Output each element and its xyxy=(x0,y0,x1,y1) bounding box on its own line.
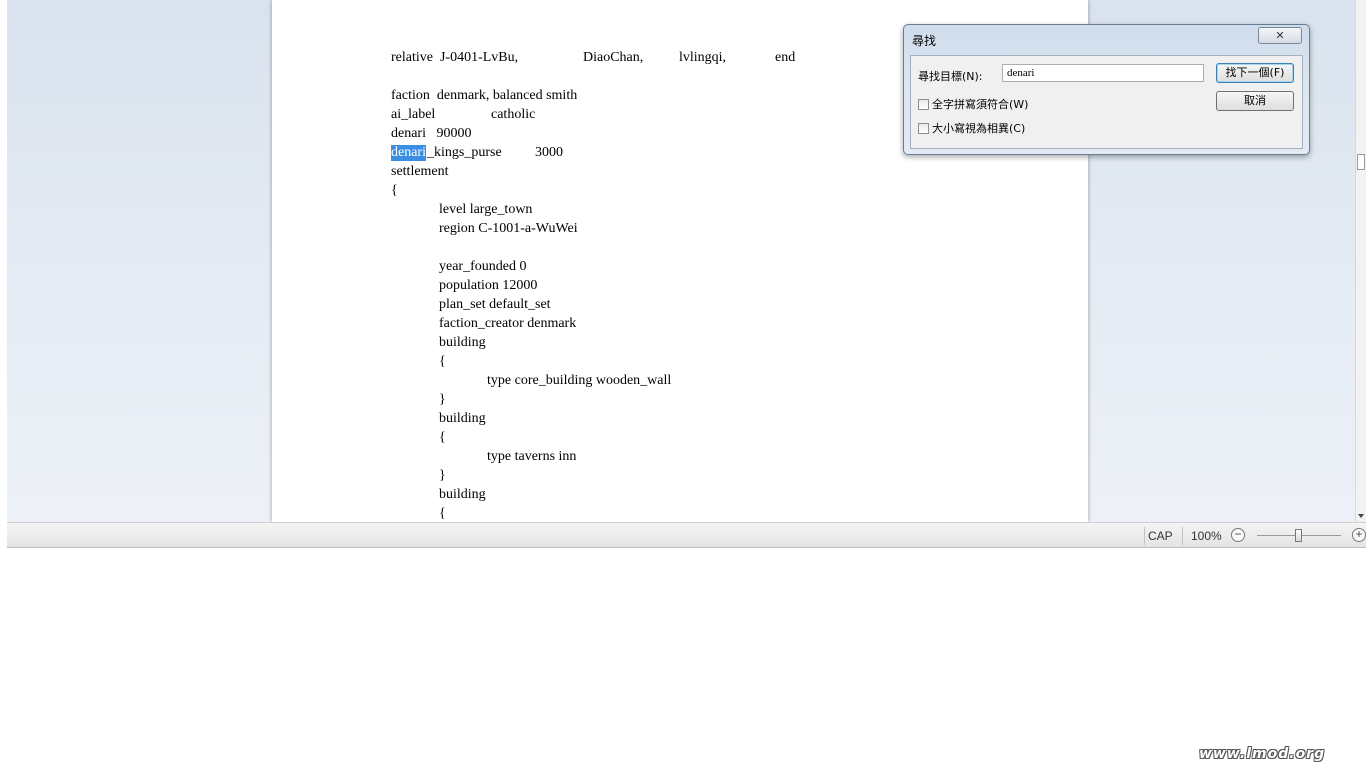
text-line: year_founded 0 xyxy=(439,259,527,274)
text-line: ai_label xyxy=(391,107,436,122)
text-line: { xyxy=(439,506,446,521)
text-line: faction denmark, balanced smith xyxy=(391,88,578,103)
find-input[interactable]: denari xyxy=(1002,64,1204,82)
text-line: type core_building wooden_wall xyxy=(487,373,672,388)
text-line: { xyxy=(439,430,446,445)
text-line: relative J-0401-LvBu, xyxy=(391,50,519,65)
watermark-text: www.lmod.org xyxy=(1199,746,1326,762)
find-dialog: 尋找 ✕ 尋找目標(N): denari 找下一個(F) 取消 全字拼寫須符合(… xyxy=(903,24,1310,155)
text-line: end xyxy=(775,50,796,65)
match-case-option[interactable]: 大小寫視為相異(C) xyxy=(918,120,1025,136)
text-line: } xyxy=(439,468,446,483)
zoom-level[interactable]: 100% xyxy=(1191,529,1222,543)
search-highlight: denari xyxy=(391,145,426,161)
zoom-slider-thumb[interactable] xyxy=(1295,529,1302,542)
scroll-down-arrow-icon[interactable] xyxy=(1358,514,1364,518)
text-line: _kings_purse xyxy=(427,145,502,160)
caps-lock-indicator: CAP xyxy=(1148,529,1173,543)
text-line: level large_town xyxy=(439,202,533,217)
status-divider xyxy=(1182,527,1183,545)
cancel-button[interactable]: 取消 xyxy=(1216,91,1294,111)
text-line: type taverns inn xyxy=(487,449,577,464)
text-line: { xyxy=(391,183,398,198)
text-line: building xyxy=(439,335,486,350)
close-icon[interactable]: ✕ xyxy=(1258,27,1302,44)
match-case-label: 大小寫視為相異(C) xyxy=(932,122,1026,135)
text-line: faction_creator denmark xyxy=(439,316,577,331)
text-line: } xyxy=(439,392,446,407)
text-line: region C-1001-a-WuWei xyxy=(439,221,578,236)
scrollbar-thumb[interactable] xyxy=(1357,154,1365,170)
whole-word-label: 全字拼寫須符合(W) xyxy=(932,98,1029,111)
text-line: building xyxy=(439,487,486,502)
text-line: 3000 xyxy=(535,145,563,160)
zoom-out-icon[interactable]: − xyxy=(1231,528,1245,542)
text-line: lvlingqi, xyxy=(679,50,727,65)
text-line: building xyxy=(439,411,486,426)
vertical-scrollbar[interactable] xyxy=(1355,0,1366,522)
text-line: plan_set default_set xyxy=(439,297,551,312)
find-label: 尋找目標(N): xyxy=(918,70,983,83)
match-case-checkbox[interactable] xyxy=(918,123,929,134)
dialog-title: 尋找 xyxy=(912,34,937,48)
text-line: DiaoChan, xyxy=(583,50,644,65)
text-line: settlement xyxy=(391,164,449,179)
find-next-button[interactable]: 找下一個(F) xyxy=(1216,63,1294,83)
zoom-in-icon[interactable]: + xyxy=(1352,528,1366,542)
text-line: denari 90000 xyxy=(391,126,472,141)
status-bar: CAP 100% − + xyxy=(7,522,1366,548)
text-line: population 12000 xyxy=(439,278,538,293)
whole-word-option[interactable]: 全字拼寫須符合(W) xyxy=(918,96,1028,112)
text-line: catholic xyxy=(491,107,536,122)
status-divider xyxy=(1144,527,1145,545)
dialog-body: 尋找目標(N): denari 找下一個(F) 取消 全字拼寫須符合(W) 大小… xyxy=(910,55,1303,149)
whole-word-checkbox[interactable] xyxy=(918,99,929,110)
text-line: { xyxy=(439,354,446,369)
